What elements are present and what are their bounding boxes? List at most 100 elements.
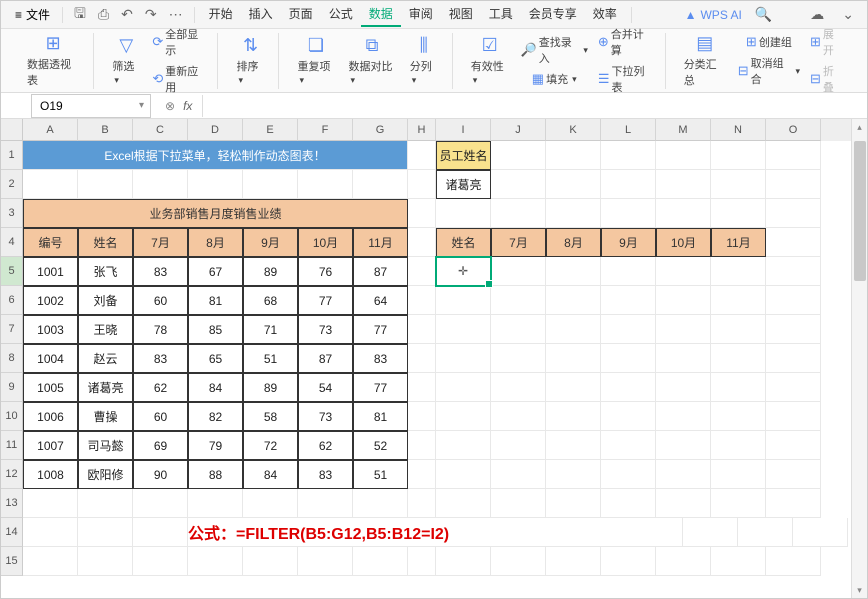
- data-cell[interactable]: 76: [298, 257, 353, 286]
- cell[interactable]: [408, 431, 436, 460]
- cell[interactable]: [546, 460, 601, 489]
- cell[interactable]: [656, 489, 711, 518]
- right-header[interactable]: 9月: [601, 228, 656, 257]
- col-header-E[interactable]: E: [243, 119, 298, 141]
- cell[interactable]: [491, 460, 546, 489]
- data-cell[interactable]: 1001: [23, 257, 78, 286]
- cell[interactable]: [656, 315, 711, 344]
- row-header-1[interactable]: 1: [1, 141, 23, 170]
- col-header-G[interactable]: G: [353, 119, 408, 141]
- subtotal-button[interactable]: ▤分类汇总: [678, 29, 732, 92]
- tab-页面[interactable]: 页面: [281, 2, 321, 27]
- row-header-8[interactable]: 8: [1, 344, 23, 373]
- data-cell[interactable]: 51: [243, 344, 298, 373]
- col-header-N[interactable]: N: [711, 119, 766, 141]
- col-header-A[interactable]: A: [23, 119, 78, 141]
- cell[interactable]: [78, 518, 133, 547]
- cell[interactable]: [601, 489, 656, 518]
- cell[interactable]: [78, 489, 133, 518]
- cell[interactable]: [546, 170, 601, 199]
- table-header[interactable]: 11月: [353, 228, 408, 257]
- cell[interactable]: [133, 518, 188, 547]
- data-cell[interactable]: 84: [243, 460, 298, 489]
- cell[interactable]: [491, 373, 546, 402]
- cell[interactable]: [546, 257, 601, 286]
- section-title[interactable]: 业务部销售月度销售业绩: [23, 199, 408, 228]
- cell[interactable]: [656, 402, 711, 431]
- cell[interactable]: [436, 315, 491, 344]
- cell[interactable]: [711, 402, 766, 431]
- row-header-3[interactable]: 3: [1, 199, 23, 228]
- data-cell[interactable]: 51: [353, 460, 408, 489]
- data-cell[interactable]: 81: [188, 286, 243, 315]
- cell[interactable]: [133, 547, 188, 576]
- tab-工具[interactable]: 工具: [481, 2, 521, 27]
- cell[interactable]: [656, 547, 711, 576]
- cell[interactable]: [711, 199, 766, 228]
- row-header-12[interactable]: 12: [1, 460, 23, 489]
- data-cell[interactable]: 赵云: [78, 344, 133, 373]
- row-header-10[interactable]: 10: [1, 402, 23, 431]
- cell[interactable]: [491, 547, 546, 576]
- cell[interactable]: [656, 344, 711, 373]
- validation-button[interactable]: ☑有效性▾: [465, 31, 515, 90]
- data-cell[interactable]: 曹操: [78, 402, 133, 431]
- data-cell[interactable]: 1004: [23, 344, 78, 373]
- cell[interactable]: [408, 315, 436, 344]
- data-cell[interactable]: 85: [188, 315, 243, 344]
- duplicates-button[interactable]: ❏重复项▾: [291, 31, 340, 90]
- cell[interactable]: [491, 257, 546, 286]
- expand-button[interactable]: ⊞展开: [806, 24, 847, 60]
- cell[interactable]: [546, 315, 601, 344]
- cell[interactable]: [601, 286, 656, 315]
- cell[interactable]: [243, 170, 298, 199]
- cell[interactable]: [601, 257, 656, 286]
- col-header-C[interactable]: C: [133, 119, 188, 141]
- row-header-5[interactable]: 5: [1, 257, 23, 286]
- data-cell[interactable]: 王晓: [78, 315, 133, 344]
- dropdown-list-button[interactable]: ☰下拉列表: [594, 61, 657, 97]
- col-header-F[interactable]: F: [298, 119, 353, 141]
- data-cell[interactable]: 60: [133, 286, 188, 315]
- row-header-14[interactable]: 14: [1, 518, 23, 547]
- cell[interactable]: [408, 199, 436, 228]
- cell[interactable]: [683, 518, 738, 547]
- search-icon[interactable]: 🔍: [750, 3, 777, 26]
- cell[interactable]: [243, 489, 298, 518]
- data-cell[interactable]: 77: [353, 373, 408, 402]
- data-cell[interactable]: 73: [298, 315, 353, 344]
- data-cell[interactable]: 81: [353, 402, 408, 431]
- cell[interactable]: [408, 257, 436, 286]
- cell[interactable]: [491, 170, 546, 199]
- col-header-L[interactable]: L: [601, 119, 656, 141]
- data-cell[interactable]: 69: [133, 431, 188, 460]
- data-cell[interactable]: 张飞: [78, 257, 133, 286]
- cell[interactable]: [408, 460, 436, 489]
- filter-button[interactable]: ▽筛选▾: [106, 31, 146, 90]
- table-header[interactable]: 编号: [23, 228, 78, 257]
- row-header-15[interactable]: 15: [1, 547, 23, 576]
- col-header-B[interactable]: B: [78, 119, 133, 141]
- cloud-icon[interactable]: ☁: [805, 3, 829, 26]
- data-cell[interactable]: 73: [298, 402, 353, 431]
- table-header[interactable]: 10月: [298, 228, 353, 257]
- cell[interactable]: [766, 257, 821, 286]
- right-header[interactable]: 姓名: [436, 228, 491, 257]
- table-header[interactable]: 7月: [133, 228, 188, 257]
- find-input-button[interactable]: 🔎查找录入▾: [517, 32, 592, 68]
- sort-button[interactable]: ⇅排序▾: [230, 31, 270, 90]
- cell[interactable]: [601, 373, 656, 402]
- cell[interactable]: [188, 489, 243, 518]
- cell[interactable]: [766, 315, 821, 344]
- cell[interactable]: [601, 315, 656, 344]
- cell[interactable]: [793, 518, 848, 547]
- cell[interactable]: [766, 199, 821, 228]
- ungroup-button[interactable]: ⊟取消组合▾: [734, 53, 804, 89]
- cell[interactable]: [491, 431, 546, 460]
- show-all-button[interactable]: ⟳全部显示: [148, 24, 209, 60]
- cell[interactable]: [23, 489, 78, 518]
- row-header-11[interactable]: 11: [1, 431, 23, 460]
- data-cell[interactable]: 90: [133, 460, 188, 489]
- data-cell[interactable]: 87: [353, 257, 408, 286]
- cell[interactable]: [656, 257, 711, 286]
